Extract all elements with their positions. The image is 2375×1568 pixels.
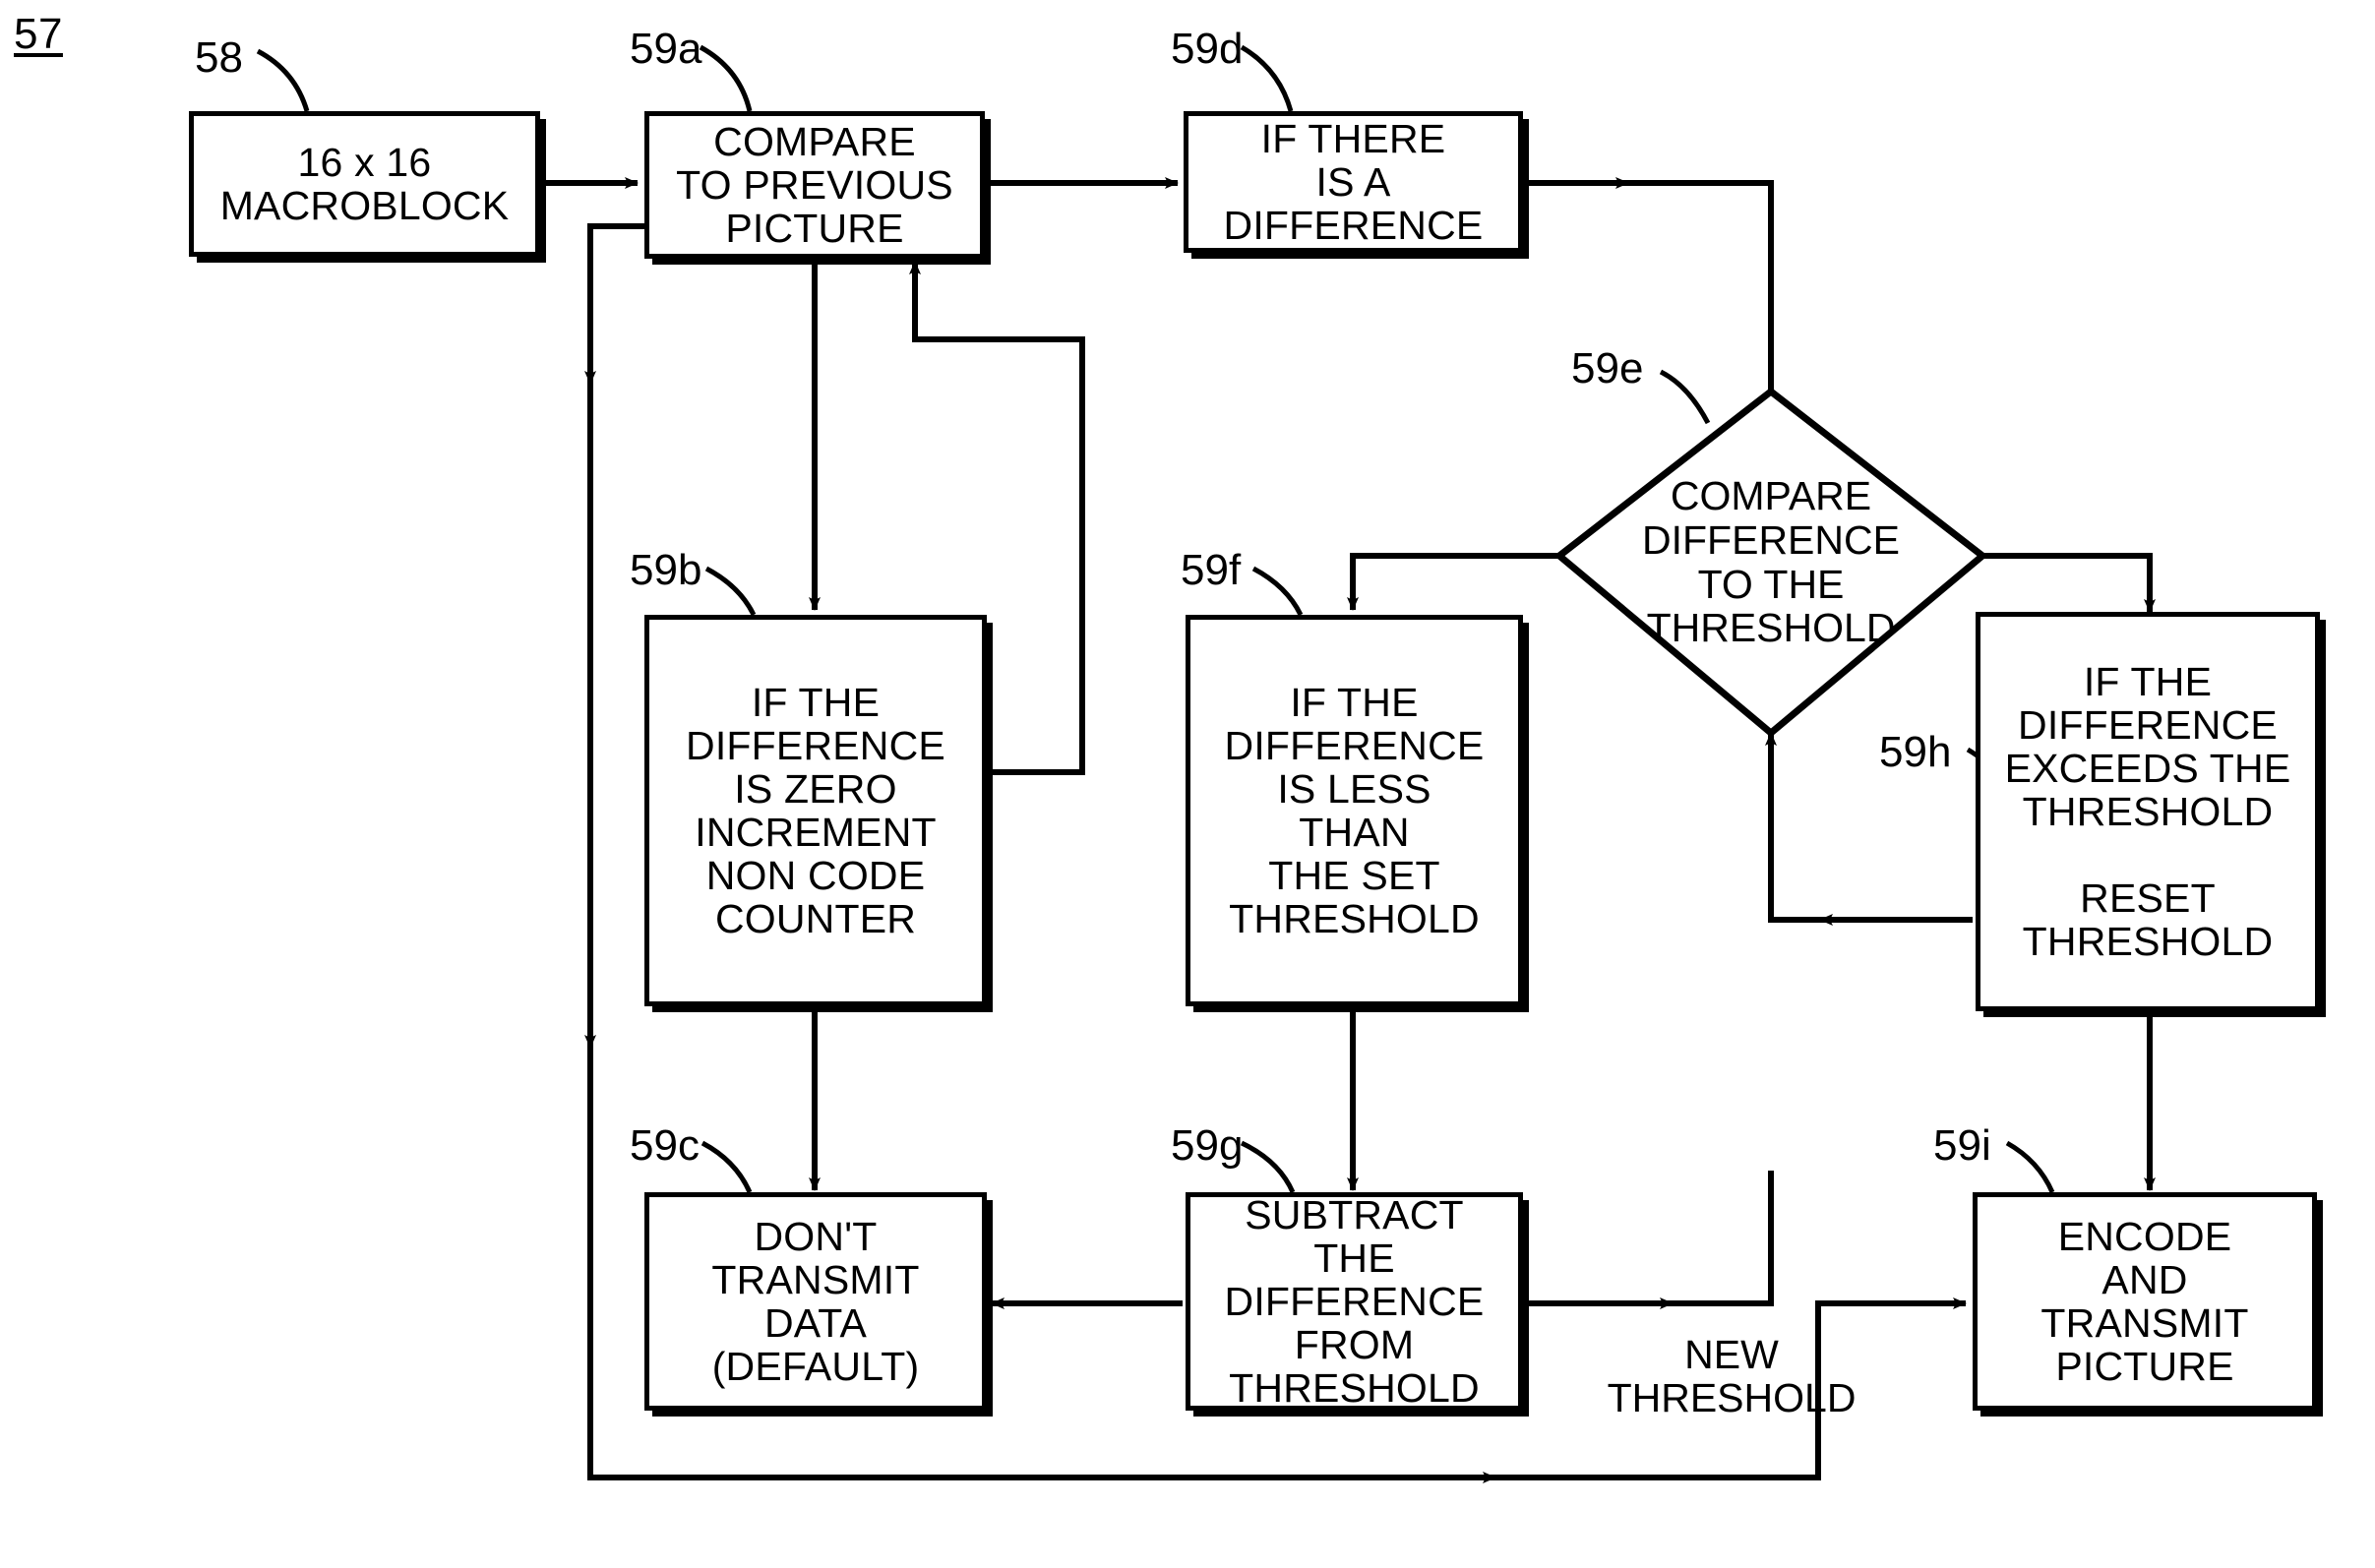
edge-label-new-threshold: NEW THRESHOLD — [1607, 1332, 1857, 1421]
node-compare-difference-to-threshold-label: COMPARE DIFFERENCE TO THE THRESHOLD — [1642, 473, 1900, 651]
node-if-difference-is-less-than-set-threshold[interactable]: IF THE DIFFERENCE IS LESS THAN THE SET T… — [1186, 615, 1523, 1006]
ref-label-59i: 59i — [1933, 1121, 1991, 1170]
ref-label-58: 58 — [195, 33, 243, 82]
figure-number: 57 — [14, 10, 63, 58]
node-dont-transmit-data-label: DON'T TRANSMIT DATA (DEFAULT) — [711, 1213, 920, 1390]
node-encode-and-transmit-picture[interactable]: ENCODE AND TRANSMIT PICTURE — [1973, 1192, 2317, 1411]
node-if-difference-is-zero-label: IF THE DIFFERENCE IS ZERO INCREMENT NON … — [686, 679, 945, 942]
node-macroblock[interactable]: 16 x 16 MACROBLOCK — [189, 111, 540, 257]
node-encode-and-transmit-picture-label: ENCODE AND TRANSMIT PICTURE — [2040, 1213, 2249, 1390]
patent-flowchart-figure: 57 58 59a 59d 59e 59b 59f 59h 59c 59g 59… — [0, 0, 2375, 1568]
node-dont-transmit-data[interactable]: DON'T TRANSMIT DATA (DEFAULT) — [644, 1192, 987, 1411]
node-if-difference-exceeds-threshold-reset[interactable]: IF THE DIFFERENCE EXCEEDS THE THRESHOLD … — [1976, 612, 2320, 1011]
ref-label-59e: 59e — [1571, 344, 1644, 392]
ref-label-59d: 59d — [1171, 25, 1244, 73]
ref-label-59c: 59c — [630, 1121, 700, 1170]
node-if-difference-exceeds-threshold-reset-label: IF THE DIFFERENCE EXCEEDS THE THRESHOLD … — [2004, 658, 2291, 965]
node-compare-difference-to-threshold[interactable]: COMPARE DIFFERENCE TO THE THRESHOLD — [1559, 392, 1982, 733]
ref-label-59b: 59b — [630, 546, 702, 594]
node-if-difference-is-zero[interactable]: IF THE DIFFERENCE IS ZERO INCREMENT NON … — [644, 615, 987, 1006]
ref-label-59h: 59h — [1879, 728, 1952, 776]
node-if-there-is-a-difference[interactable]: IF THERE IS A DIFFERENCE — [1184, 111, 1523, 253]
node-compare-to-previous-picture[interactable]: COMPARE TO PREVIOUS PICTURE — [644, 111, 985, 259]
ref-label-59g: 59g — [1171, 1121, 1244, 1170]
ref-label-59f: 59f — [1181, 546, 1242, 594]
node-if-difference-is-less-than-set-threshold-label: IF THE DIFFERENCE IS LESS THAN THE SET T… — [1224, 679, 1485, 942]
node-macroblock-label: 16 x 16 MACROBLOCK — [219, 139, 510, 228]
node-if-there-is-a-difference-label: IF THERE IS A DIFFERENCE — [1223, 115, 1484, 249]
node-compare-to-previous-picture-label: COMPARE TO PREVIOUS PICTURE — [676, 118, 953, 252]
ref-label-59a: 59a — [630, 25, 702, 73]
node-subtract-difference-from-threshold-label: SUBTRACT THE DIFFERENCE FROM THRESHOLD — [1224, 1191, 1485, 1412]
node-subtract-difference-from-threshold[interactable]: SUBTRACT THE DIFFERENCE FROM THRESHOLD — [1186, 1192, 1523, 1411]
